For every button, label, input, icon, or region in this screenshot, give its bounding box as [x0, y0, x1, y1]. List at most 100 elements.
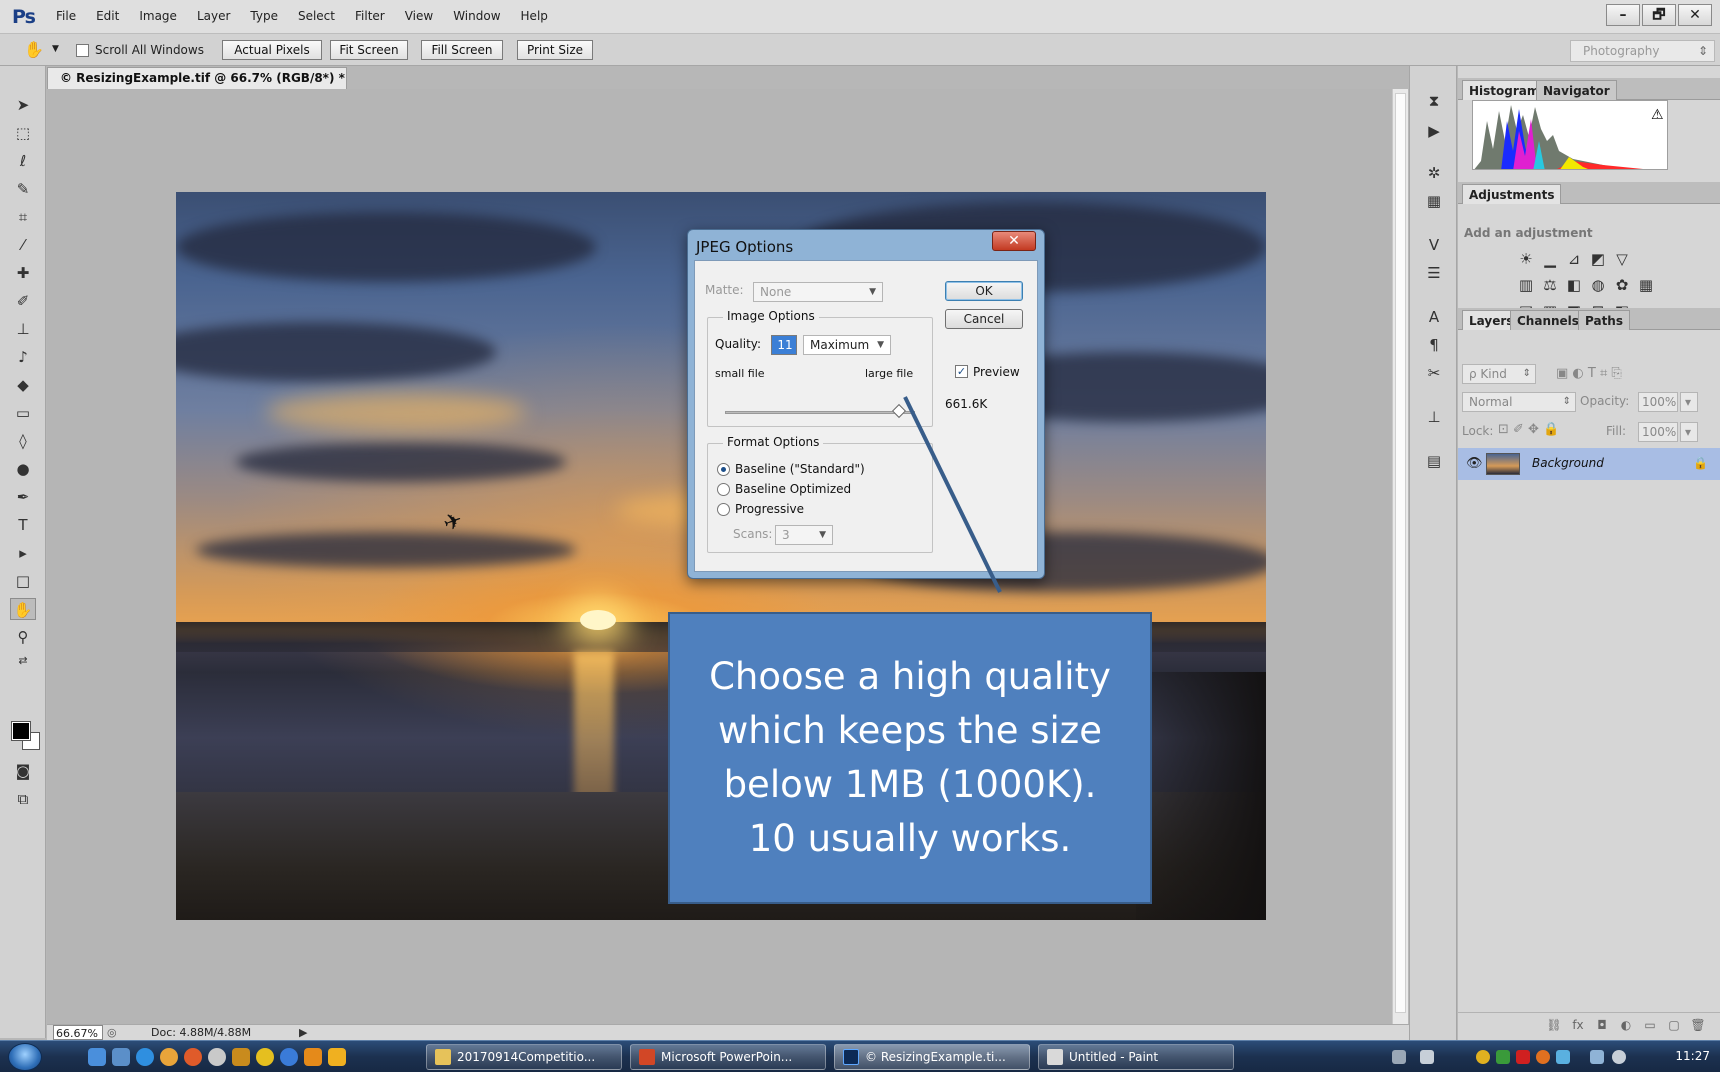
history-brush-tool-icon[interactable]: ♪ — [10, 346, 36, 368]
fit-screen-button[interactable]: Fit Screen — [330, 40, 408, 60]
layer-row-background[interactable]: 👁 Background 🔒 — [1458, 448, 1720, 480]
media-icon[interactable] — [304, 1048, 322, 1066]
zoom-input[interactable]: 66.67% — [53, 1025, 103, 1040]
add-mask-icon[interactable]: ◘ — [1590, 1013, 1614, 1036]
preview-checkbox[interactable]: ✓ — [955, 365, 968, 378]
task-powerpoint[interactable]: Microsoft PowerPoin... — [630, 1044, 826, 1070]
keyboard-icon[interactable] — [1392, 1050, 1406, 1064]
fill-dropdown[interactable]: ▾ — [1680, 422, 1698, 442]
firefox-icon[interactable] — [184, 1048, 202, 1066]
adjustment-layer-icon[interactable]: ◐ — [1614, 1013, 1638, 1036]
app-icon[interactable] — [328, 1048, 346, 1066]
foreground-color-swatch[interactable] — [11, 721, 31, 741]
lock-icons[interactable]: ⊡ ✐ ✥ 🔒 — [1498, 422, 1559, 437]
swatches-panel-icon[interactable]: ▦ — [1422, 190, 1446, 212]
baseline-radio[interactable] — [717, 463, 730, 476]
pen-tool-icon[interactable]: ✒ — [10, 486, 36, 508]
properties-panel-icon[interactable]: ☰ — [1422, 262, 1446, 284]
marquee-tool-icon[interactable]: ⬚ — [10, 122, 36, 144]
app-icon[interactable] — [280, 1048, 298, 1066]
checkbox-box[interactable] — [76, 43, 89, 57]
task-paint[interactable]: Untitled - Paint — [1038, 1044, 1234, 1070]
eraser-tool-icon[interactable]: ◆ — [10, 374, 36, 396]
gradient-tool-icon[interactable]: ▭ — [10, 402, 36, 424]
filter-icons[interactable]: ▣ ◐ T ⌗ ⎘ — [1556, 366, 1622, 381]
tray-app-icon[interactable] — [1536, 1050, 1550, 1064]
scrollbar-thumb[interactable] — [1395, 93, 1406, 1013]
document-tab[interactable]: © ResizingExample.tif @ 66.7% (RGB/8*) *… — [47, 67, 347, 105]
hand-tool-icon[interactable]: ✋ — [24, 40, 44, 59]
menu-type[interactable]: Type — [250, 9, 278, 23]
blur-tool-icon[interactable]: ◊ — [10, 430, 36, 452]
layer-comps-icon[interactable]: ▤ — [1422, 450, 1446, 472]
print-size-button[interactable]: Print Size — [517, 40, 593, 60]
play-arrow-icon[interactable]: ▶ — [299, 1025, 307, 1040]
layer-kind-filter[interactable]: ρ Kind ⇕ — [1462, 364, 1536, 384]
link-layers-icon[interactable]: ⛓ — [1542, 1013, 1566, 1036]
start-button[interactable] — [8, 1043, 42, 1071]
scans-select[interactable]: 3 ▼ — [775, 525, 833, 545]
menu-filter[interactable]: Filter — [355, 9, 385, 23]
color-balance-icon[interactable]: ⚖ — [1538, 276, 1562, 294]
cancel-button[interactable]: Cancel — [945, 309, 1023, 329]
tab-channels[interactable]: Channels — [1510, 310, 1586, 330]
black-white-icon[interactable]: ◧ — [1562, 276, 1586, 294]
brush-tool-icon[interactable]: ✐ — [10, 290, 36, 312]
baseline-optimized-radio[interactable] — [717, 483, 730, 496]
chrome-icon[interactable] — [160, 1048, 178, 1066]
actions-panel-icon[interactable]: ▶ — [1422, 120, 1446, 142]
menu-image[interactable]: Image — [139, 9, 177, 23]
task-photoshop[interactable]: © ResizingExample.ti... — [834, 1044, 1030, 1070]
opacity-input[interactable]: 100% — [1638, 392, 1678, 412]
mail-icon[interactable] — [1420, 1050, 1434, 1064]
minimize-button[interactable]: – — [1606, 4, 1640, 26]
progressive-radio[interactable] — [717, 503, 730, 516]
color-lookup-icon[interactable]: ▦ — [1634, 276, 1658, 294]
shape-tool-icon[interactable]: □ — [10, 570, 36, 592]
fill-screen-button[interactable]: Fill Screen — [421, 40, 503, 60]
matte-select[interactable]: None ▼ — [753, 282, 883, 302]
ie-icon[interactable] — [136, 1048, 154, 1066]
channel-mixer-icon[interactable]: ✿ — [1610, 276, 1634, 294]
lasso-tool-icon[interactable]: ℓ — [10, 150, 36, 172]
new-group-icon[interactable]: ▭ — [1638, 1013, 1662, 1036]
network-icon[interactable] — [1590, 1050, 1604, 1064]
levels-icon[interactable]: ▁ — [1538, 250, 1562, 268]
path-select-tool-icon[interactable]: ▸ — [10, 542, 36, 564]
swap-colors-icon[interactable]: ⇄ — [10, 650, 36, 672]
vertical-scrollbar[interactable] — [1392, 89, 1408, 1024]
paragraph-panel-icon[interactable]: ¶ — [1422, 334, 1446, 356]
opacity-dropdown[interactable]: ▾ — [1680, 392, 1698, 412]
dodge-tool-icon[interactable]: ● — [10, 458, 36, 480]
restore-button[interactable]: 🗗 — [1642, 4, 1676, 26]
eye-icon[interactable]: 👁 — [1466, 456, 1483, 471]
bridge-icon[interactable] — [232, 1048, 250, 1066]
quick-mask-icon[interactable]: ◙ — [10, 760, 36, 782]
screen-mode-icon[interactable]: ⧉ — [10, 788, 36, 810]
actual-pixels-button[interactable]: Actual Pixels — [222, 40, 322, 60]
type-tool-icon[interactable]: T — [10, 514, 36, 536]
quick-select-tool-icon[interactable]: ✎ — [10, 178, 36, 200]
menu-help[interactable]: Help — [521, 9, 548, 23]
hand-tool-icon[interactable]: ✋ — [10, 598, 36, 620]
brush-panel-icon[interactable]: ⴸ — [1422, 234, 1446, 256]
scroll-all-windows-checkbox[interactable]: Scroll All Windows — [76, 43, 204, 57]
menu-file[interactable]: File — [56, 9, 76, 23]
menu-select[interactable]: Select — [298, 9, 335, 23]
eyedropper-tool-icon[interactable]: ⁄ — [10, 234, 36, 256]
tray-app-icon[interactable] — [1556, 1050, 1570, 1064]
tool-presets-icon[interactable]: ✂ — [1422, 362, 1446, 384]
crop-tool-icon[interactable]: ⌗ — [10, 206, 36, 228]
blend-mode-select[interactable]: Normal ⇕ — [1462, 392, 1576, 412]
zoom-tool-icon[interactable]: ⚲ — [10, 626, 36, 648]
tab-navigator[interactable]: Navigator — [1536, 80, 1617, 100]
photo-filter-icon[interactable]: ◍ — [1586, 276, 1610, 294]
exposure-icon[interactable]: ◩ — [1586, 250, 1610, 268]
clone-source-icon[interactable]: ⊥ — [1422, 406, 1446, 428]
trash-icon[interactable]: 🗑 — [1686, 1013, 1710, 1036]
fx-icon[interactable]: fx — [1566, 1013, 1590, 1036]
clone-stamp-tool-icon[interactable]: ⊥ — [10, 318, 36, 340]
chevron-down-icon[interactable]: ▼ — [52, 44, 59, 54]
status-icon[interactable]: ◎ — [107, 1025, 117, 1040]
warning-icon[interactable]: ⚠ — [1651, 107, 1664, 123]
